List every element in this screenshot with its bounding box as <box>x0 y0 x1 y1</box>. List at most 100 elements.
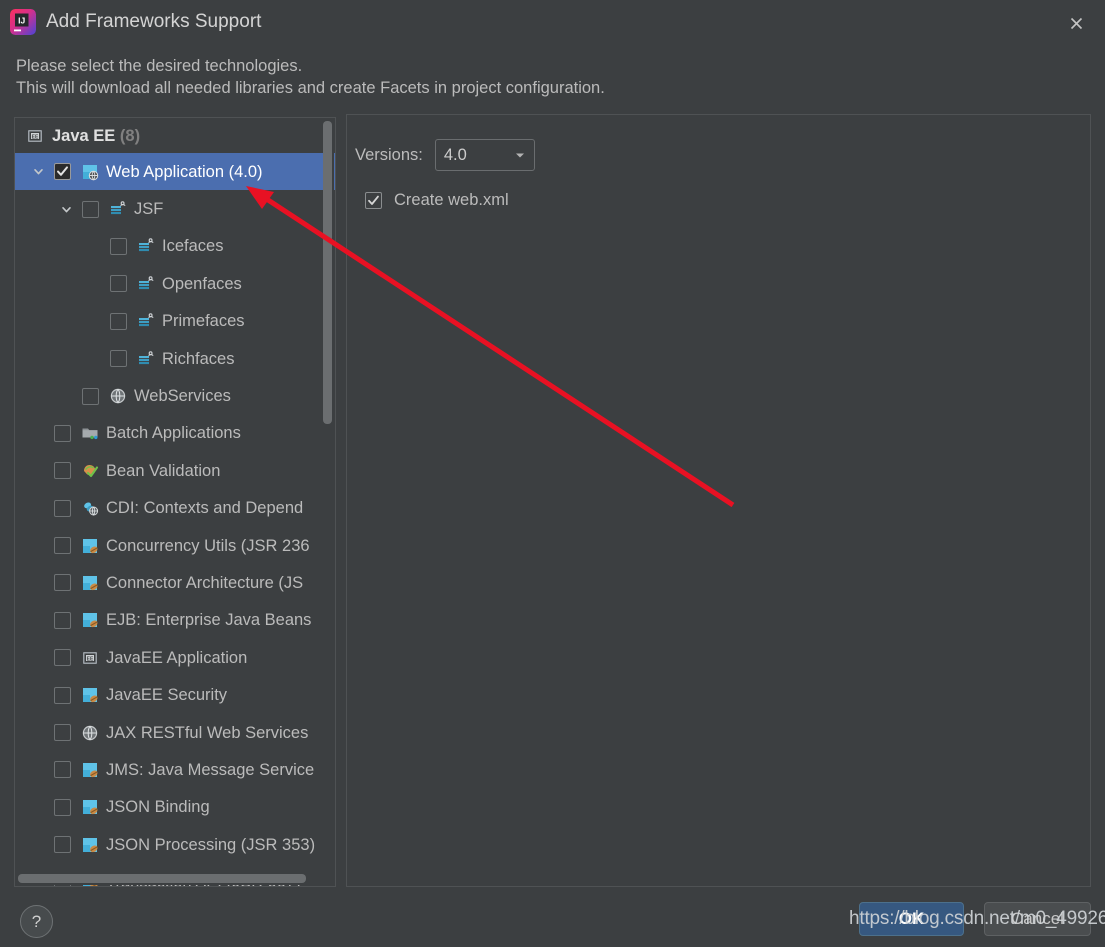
tree-row-label: Bean Validation <box>106 461 221 480</box>
bean-validation-icon <box>80 461 100 481</box>
tree-row-label: Primefaces <box>162 312 245 331</box>
tree-row[interactable]: Connector Architecture (JS <box>15 564 335 601</box>
tree-row-label: Web Application (4.0) <box>106 162 263 181</box>
tree-row-checkbox[interactable] <box>54 424 71 442</box>
javaee-generic-icon <box>80 536 100 556</box>
svg-text:EE: EE <box>87 656 94 662</box>
tree-row-checkbox[interactable] <box>54 611 71 629</box>
tree-row-label: Richfaces <box>162 349 235 368</box>
tree-row-checkbox[interactable] <box>54 724 71 742</box>
tree-row-checkbox[interactable] <box>82 200 99 218</box>
tree-row-checkbox[interactable] <box>110 275 127 293</box>
versions-select[interactable]: 4.0 <box>434 139 535 171</box>
ok-button[interactable]: OK <box>859 902 964 936</box>
javaee-generic-icon <box>80 835 100 855</box>
tree-row[interactable]: Batch Applications <box>15 415 335 452</box>
add-frameworks-support-dialog: IJ Add Frameworks Support Please select … <box>0 0 1105 947</box>
tree-row[interactable]: Richfaces <box>15 340 335 377</box>
javaee-generic-icon <box>80 760 100 780</box>
create-webxml-label: Create web.xml <box>394 191 509 209</box>
tree-row-checkbox[interactable] <box>110 237 127 255</box>
intellij-idea-logo-icon: IJ <box>10 9 36 35</box>
javaee-generic-icon <box>80 610 100 630</box>
ok-button-label: OK <box>898 909 925 928</box>
tree-row[interactable]: WebServices <box>15 377 335 414</box>
jsf-icon <box>136 236 156 256</box>
create-webxml-row[interactable]: Create web.xml <box>365 191 509 210</box>
tree-row[interactable]: JavaEE Security <box>15 676 335 713</box>
tree-row[interactable]: Openfaces <box>15 265 335 302</box>
javaee-generic-icon <box>80 797 100 817</box>
tree-row-checkbox[interactable] <box>54 462 71 480</box>
tree-row-checkbox[interactable] <box>82 387 99 405</box>
jsf-icon <box>136 349 156 369</box>
cancel-button[interactable]: Cancel <box>984 902 1091 936</box>
tree-row[interactable]: Icefaces <box>15 228 335 265</box>
close-icon[interactable] <box>1055 6 1097 40</box>
tree-row-label: EJB: Enterprise Java Beans <box>106 611 312 630</box>
tree-row-label: JAX RESTful Web Services <box>106 723 309 742</box>
tree-row[interactable]: JMS: Java Message Service <box>15 751 335 788</box>
tree-row-label: JSF <box>134 200 164 219</box>
tree-row[interactable]: EE JavaEE Application <box>15 639 335 676</box>
versions-row: Versions: 4.0 <box>355 139 535 171</box>
javaee-module-icon: EE <box>80 648 100 668</box>
svg-text:IJ: IJ <box>18 16 25 26</box>
tree-vertical-scroll-thumb[interactable] <box>323 121 332 424</box>
description-line-2: This will download all needed libraries … <box>16 79 605 97</box>
tree-row-label: Batch Applications <box>106 424 241 443</box>
tree-row-checkbox[interactable] <box>54 686 71 704</box>
tree-row-checkbox[interactable] <box>110 312 127 330</box>
frameworks-tree-panel: EE Java EE (8) Web Application (4.0) JSF Ice… <box>14 117 336 887</box>
versions-selected-value: 4.0 <box>443 145 467 164</box>
versions-label: Versions: <box>355 145 423 164</box>
tree-row[interactable]: EJB: Enterprise Java Beans <box>15 602 335 639</box>
web-application-icon <box>80 162 100 182</box>
tree-row-checkbox[interactable] <box>54 798 71 816</box>
tree-row-checkbox[interactable] <box>110 350 127 368</box>
tree-row[interactable]: JSON Processing (JSR 353) <box>15 826 335 863</box>
create-webxml-checkbox[interactable] <box>365 192 382 209</box>
chevron-down-icon <box>514 149 526 161</box>
tree-row[interactable]: Web Application (4.0) <box>15 153 335 191</box>
chevron-down-icon[interactable] <box>57 200 75 218</box>
jsf-icon <box>108 199 128 219</box>
dialog-titlebar: IJ Add Frameworks Support <box>0 0 1105 45</box>
tree-row-checkbox[interactable] <box>54 761 71 779</box>
tree-row-checkbox[interactable] <box>54 537 71 555</box>
tree-row-checkbox[interactable] <box>54 163 71 181</box>
tree-row[interactable]: Concurrency Utils (JSR 236 <box>15 527 335 564</box>
tree-row-checkbox[interactable] <box>54 649 71 667</box>
help-button[interactable]: ? <box>20 905 53 938</box>
tree-row[interactable]: Primefaces <box>15 303 335 340</box>
tree-row-checkbox[interactable] <box>54 836 71 854</box>
framework-detail-panel: Versions: 4.0 Create web.xml <box>346 114 1091 887</box>
tree-row-label: JavaEE Security <box>106 686 228 705</box>
dialog-title: Add Frameworks Support <box>46 11 262 32</box>
frameworks-tree[interactable]: EE Java EE (8) Web Application (4.0) JSF Ice… <box>15 118 335 886</box>
tree-row-checkbox[interactable] <box>54 499 71 517</box>
tree-row-label: JSON Processing (JSR 353) <box>106 835 316 854</box>
tree-row-label: JavaEE Application <box>106 648 248 667</box>
globe-icon <box>80 723 100 743</box>
tree-row-label: JSON Binding <box>106 798 210 817</box>
tree-group-header-java-ee: EE Java EE (8) <box>15 118 335 153</box>
tree-row[interactable]: CDI: Contexts and Depend <box>15 490 335 527</box>
group-count: (8) <box>119 126 141 145</box>
tree-row-checkbox[interactable] <box>54 574 71 592</box>
tree-row-label: CDI: Contexts and Depend <box>106 499 304 518</box>
chevron-down-icon[interactable] <box>29 163 47 181</box>
jsf-icon <box>136 274 156 294</box>
javaee-generic-icon <box>80 573 100 593</box>
tree-row[interactable]: JSF <box>15 190 335 227</box>
tree-horizontal-scrollbar[interactable] <box>16 874 326 885</box>
tree-vertical-scrollbar[interactable] <box>323 119 334 886</box>
tree-row-label: Icefaces <box>162 237 224 256</box>
tree-row-label: WebServices <box>134 387 231 406</box>
tree-horizontal-scroll-thumb[interactable] <box>18 874 306 883</box>
tree-row[interactable]: JSON Binding <box>15 789 335 826</box>
tree-row-label: Concurrency Utils (JSR 236 <box>106 536 310 555</box>
tree-row[interactable]: JAX RESTful Web Services <box>15 714 335 751</box>
javaee-generic-icon <box>80 685 100 705</box>
tree-row[interactable]: Bean Validation <box>15 452 335 489</box>
